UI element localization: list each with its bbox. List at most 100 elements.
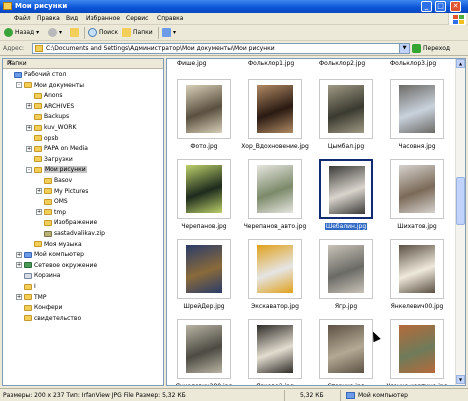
tree-item[interactable]: + tmp [36, 208, 66, 217]
up-button[interactable] [70, 27, 81, 39]
views-button[interactable]: ▾ [162, 27, 176, 39]
thumbnail-frame[interactable] [390, 79, 444, 139]
thumbnail-item[interactable]: Шебалин.jpg [315, 159, 377, 239]
file-label[interactable]: Фольклор1.jpg [248, 60, 294, 67]
expand-icon[interactable]: + [36, 188, 42, 195]
tree-item[interactable]: свидетельство [16, 314, 81, 323]
menu-edit[interactable]: Правка [37, 15, 60, 22]
thumbnail-item[interactable]: ШрейДер.jpg [173, 239, 235, 319]
thumbnail-frame[interactable] [390, 159, 444, 219]
file-label[interactable]: Фише.jpg [177, 60, 206, 67]
scroll-up-icon[interactable]: ▲ [456, 59, 465, 68]
expand-icon[interactable]: + [26, 103, 32, 110]
thumbnail-item[interactable]: Шихатов.jpg [386, 159, 448, 239]
thumbnail-item[interactable]: Черепанов.jpg [173, 159, 235, 239]
photo-image [399, 325, 435, 373]
tree-item[interactable]: Загрузки [26, 155, 73, 164]
thumbnail-frame[interactable] [248, 239, 302, 299]
expand-icon[interactable]: + [16, 294, 22, 301]
computer-icon [346, 392, 355, 399]
tree-item[interactable]: I [16, 282, 36, 291]
tree-item[interactable]: Моя музыка [26, 240, 82, 249]
file-label[interactable]: Фольклор2.jpg [319, 60, 365, 67]
thumbnail-frame[interactable] [319, 159, 373, 219]
folders-pane-header: Папки ✕ [3, 59, 163, 69]
thumbnail-frame[interactable] [177, 239, 231, 299]
thumbnail-caption: Ягр.jpg [309, 303, 383, 310]
thumbnail-item[interactable]: Фото.jpg [173, 79, 235, 159]
menu-help[interactable]: Справка [157, 15, 183, 22]
expand-icon[interactable]: + [36, 209, 42, 216]
thumbnail-frame[interactable] [319, 239, 373, 299]
menu-file[interactable]: Файл [14, 15, 31, 22]
minimize-button[interactable]: _ [421, 1, 432, 12]
tree-item[interactable]: Изображение [36, 218, 97, 227]
tree-item[interactable]: Basov [36, 176, 72, 185]
thumbnail-frame[interactable] [248, 319, 302, 379]
tree-item[interactable]: + ARCHIVES [26, 102, 74, 111]
tree-item[interactable]: Конфери [16, 303, 62, 312]
address-input[interactable]: C:\Documents and Settings\Администратор\… [32, 43, 410, 54]
tree-item[interactable]: + TMP [16, 293, 46, 302]
tree-item[interactable]: Backups [26, 112, 69, 121]
scroll-down-icon[interactable]: ▼ [456, 375, 465, 384]
tree-item[interactable]: - Мои рисунки [26, 165, 87, 174]
thumbnail-item[interactable]: Ярковой.jpg [244, 319, 306, 385]
tree-item[interactable]: sastadvalikav.zip [36, 229, 105, 238]
back-button[interactable]: Назад ▾ [4, 27, 39, 39]
tree-item[interactable]: Рабочий стол [6, 70, 66, 79]
tree-item[interactable]: + Мой компьютер [16, 250, 84, 259]
collapse-icon[interactable]: - [16, 82, 22, 89]
file-label[interactable]: Фольклор3.jpg [390, 60, 436, 67]
thumbnail-item[interactable]: Янкелевич00.jpg [386, 239, 448, 319]
expand-icon[interactable]: + [26, 145, 32, 152]
tree-item[interactable]: OMS [36, 197, 68, 206]
tree-item[interactable]: opsb [26, 134, 58, 143]
maximize-button[interactable]: □ [435, 1, 446, 12]
thumbnail-frame[interactable] [390, 319, 444, 379]
thumbnail-item[interactable]: Часовня.jpg [386, 79, 448, 159]
thumbnail-frame[interactable] [390, 239, 444, 299]
close-icon[interactable]: ✕ [7, 59, 160, 67]
tree-item[interactable]: Anons [26, 91, 63, 100]
thumbnail-frame[interactable] [248, 159, 302, 219]
chevron-down-icon[interactable]: ▼ [399, 44, 409, 53]
menu-view[interactable]: Вид [66, 15, 78, 22]
search-button[interactable]: Поиск [88, 27, 118, 39]
close-button[interactable]: ✕ [450, 1, 461, 12]
collapse-icon[interactable]: - [26, 166, 32, 173]
tree-item[interactable]: Корзина [16, 271, 60, 280]
forward-button[interactable]: ▾ [48, 27, 62, 39]
thumbnail-frame[interactable] [319, 319, 373, 379]
thumbnail-frame[interactable] [177, 79, 231, 139]
thumbnail-item[interactable]: Цымбал.jpg [315, 79, 377, 159]
go-button[interactable]: Переход [412, 43, 462, 54]
vertical-scrollbar[interactable]: ▲ ▼ [455, 59, 465, 385]
expand-icon[interactable]: + [26, 124, 32, 131]
tree-item[interactable]: + kuv_WORK [26, 123, 76, 132]
tree-item[interactable]: + My Pictures [36, 187, 88, 196]
thumbnail-item[interactable]: Ягр.jpg [315, 239, 377, 319]
thumbnail-frame[interactable] [248, 79, 302, 139]
title-bar[interactable]: Мои рисунки _ □ ✕ [0, 0, 468, 13]
forward-arrow-icon [48, 28, 57, 37]
thumbnail-item[interactable]: Экскаватор.jpg [244, 239, 306, 319]
scroll-thumb[interactable] [456, 177, 465, 225]
thumbnail-item[interactable]: Старуха.jpg [315, 319, 377, 385]
thumbnail-item[interactable]: Хор_Вдохновение.jpg [241, 79, 309, 159]
tree-item[interactable]: - Мои документы [16, 81, 84, 90]
folders-button[interactable]: Папки [122, 27, 153, 39]
folder-icon [44, 177, 52, 184]
thumbnail-item[interactable]: Черепанов_авто.jpg [244, 159, 306, 239]
menu-tools[interactable]: Сервис [126, 15, 148, 22]
expand-icon[interactable]: + [16, 251, 22, 258]
thumbnail-item[interactable]: Усенко картина.jpg [386, 319, 448, 385]
tree-item[interactable]: + PAPA on Media [26, 144, 88, 153]
thumbnail-frame[interactable] [319, 79, 373, 139]
thumbnail-frame[interactable] [177, 159, 231, 219]
menu-favorites[interactable]: Избранное [86, 15, 120, 22]
tree-item[interactable]: + Сетевое окружение [16, 261, 97, 270]
expand-icon[interactable]: + [16, 262, 22, 269]
thumbnail-item[interactable]: Янкелевич200.jpg [173, 319, 235, 385]
thumbnail-frame[interactable] [177, 319, 231, 379]
